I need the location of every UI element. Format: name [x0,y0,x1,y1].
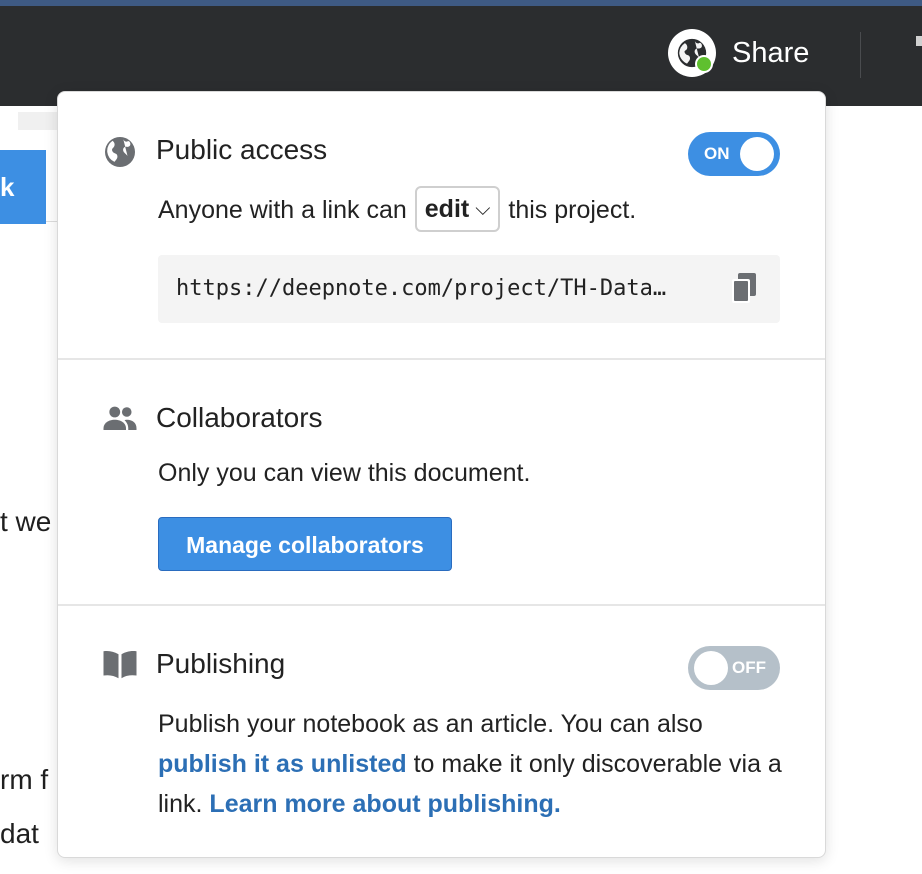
publish-unlisted-link[interactable]: publish it as unlisted [158,750,407,778]
toolbar-divider [860,32,861,78]
access-sentence-start: Anyone with a link can [158,196,407,224]
permission-value: edit [424,195,470,224]
online-status-dot [695,55,713,73]
background-text-line: rm f [0,764,49,795]
publishing-toggle[interactable]: OFF [688,646,780,690]
background-text-line: dat [0,818,39,849]
learn-more-publishing-link[interactable]: Learn more about publishing. [209,790,560,818]
share-link-url: https://deepnote.com/project/TH-Data… [176,276,667,301]
globe-badge-icon [668,29,716,77]
toggle-label: OFF [732,658,766,677]
copy-icon[interactable] [732,273,756,303]
publishing-title: Publishing [156,648,286,679]
share-button[interactable]: Share [668,28,809,78]
chevron-down-icon: ⌵ [475,198,491,221]
book-icon [103,651,137,679]
toolbar-edge-glyph [916,36,922,46]
access-sentence: Anyone with a link can edit ⌵ this project. [158,186,637,234]
collaborators-description: Only you can view this document. [158,459,531,487]
background-faint-text [18,112,58,130]
background-button[interactable]: k [0,150,46,224]
people-icon [103,406,137,430]
background-text-line: t we [0,506,52,537]
public-access-toggle[interactable]: ON [688,132,780,176]
toggle-knob [694,651,728,685]
collaborators-title: Collaborators [156,402,323,433]
section-divider [58,604,825,606]
globe-icon [105,137,135,167]
publishing-description: Publish your notebook as an article. You… [158,704,798,824]
share-label: Share [732,36,810,69]
manage-collaborators-button[interactable]: Manage collaborators [158,517,452,571]
share-popover: Public access ON Anyone with a link can e… [57,91,826,858]
toggle-knob [740,137,774,171]
publishing-text-start: Publish your notebook as an article. You… [158,710,703,738]
access-sentence-end: this project. [508,196,637,224]
toggle-label: ON [704,144,730,163]
public-access-title: Public access [156,134,328,165]
share-link-field[interactable]: https://deepnote.com/project/TH-Data… [158,255,780,323]
permission-select[interactable]: edit ⌵ [414,186,501,233]
public-access-section: Public access ON Anyone with a link can e… [58,92,825,358]
